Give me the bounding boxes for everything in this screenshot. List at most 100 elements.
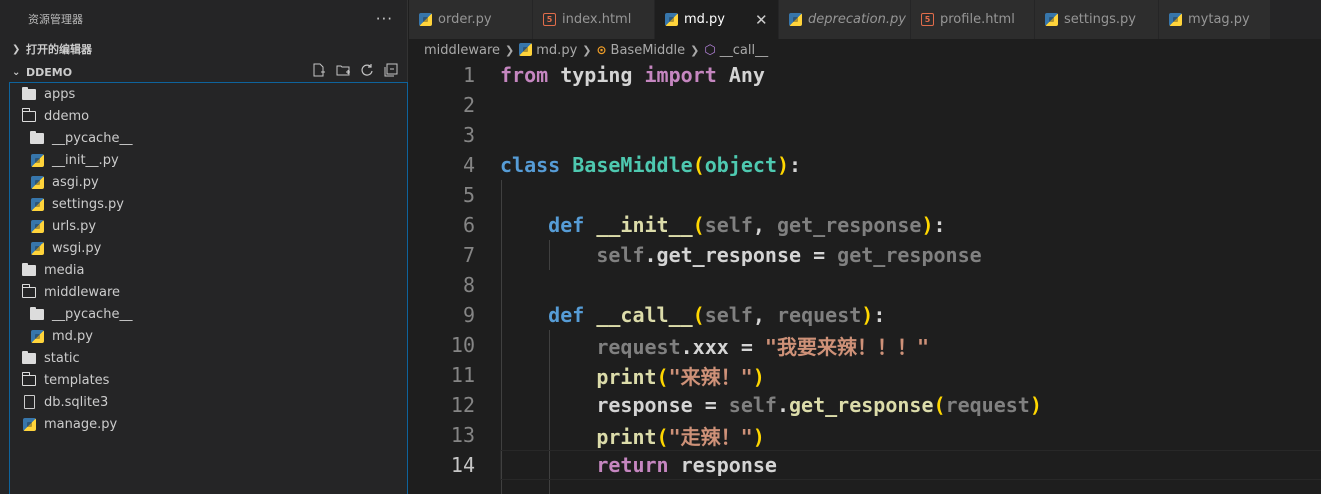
tree-item[interactable]: __init__.py [10, 149, 407, 171]
tab-deprecation-py[interactable]: deprecation.py [779, 0, 911, 39]
code-line: 11 print("来辣！") [409, 360, 1321, 390]
tab-label: order.py [438, 12, 492, 27]
tree-item[interactable]: static [10, 347, 407, 369]
folder-open-icon [21, 372, 37, 387]
open-editors-section[interactable]: ❯ 打开的编辑器 [0, 38, 407, 60]
python-file-icon [29, 329, 45, 343]
collapse-icon[interactable] [383, 63, 399, 81]
tree-item-label: db.sqlite3 [44, 394, 109, 410]
tree-item-label: manage.py [44, 416, 118, 432]
chevron-right-icon: ❯ [582, 43, 592, 57]
line-number: 1 [462, 63, 475, 87]
tree-item[interactable]: apps [10, 83, 407, 105]
code-line: 7 self.get_response = get_response [409, 240, 1321, 270]
breadcrumb-class[interactable]: BaseMiddle [611, 43, 686, 58]
folder-icon [21, 86, 37, 101]
tree-item[interactable]: settings.py [10, 193, 407, 215]
folder-icon [29, 130, 45, 145]
tree-item[interactable]: manage.py [10, 413, 407, 435]
html-file-icon: 5 [921, 13, 934, 26]
line-number: 8 [462, 273, 475, 297]
tree-item[interactable]: md.py [10, 325, 407, 347]
tab-md-py[interactable]: md.py ✕ [655, 0, 779, 39]
refresh-icon[interactable] [359, 63, 375, 81]
tab-profile-html[interactable]: 5 profile.html [911, 0, 1035, 39]
tree-item[interactable]: ddemo [10, 105, 407, 127]
more-actions-icon[interactable]: ··· [376, 10, 393, 28]
code-line: 5 [409, 180, 1321, 210]
folder-open-icon [21, 284, 37, 299]
tree-item-label: urls.py [52, 218, 97, 234]
python-file-icon [519, 42, 533, 58]
line-number: 4 [462, 153, 475, 177]
tree-item-label: __pycache__ [52, 130, 133, 146]
tree-item[interactable]: __pycache__ [10, 127, 407, 149]
explorer-title: 资源管理器 [28, 13, 83, 26]
tab-index-html[interactable]: 5 index.html [533, 0, 655, 39]
file-tree: apps ddemo __pycache__ __init__.py asgi.py se… [9, 82, 408, 494]
html-file-icon: 5 [543, 13, 556, 26]
tab-label: deprecation.py [808, 12, 906, 27]
code-line: 13 print("走辣！") [409, 420, 1321, 450]
new-file-icon[interactable] [311, 63, 327, 81]
code-line: 2 [409, 90, 1321, 120]
python-file-icon [21, 417, 37, 431]
line-number: 3 [462, 123, 475, 147]
line-number: 11 [450, 363, 475, 387]
line-number: 6 [462, 213, 475, 237]
tree-item[interactable]: templates [10, 369, 407, 391]
code-editor[interactable]: 1 from typing import Any 2 3 4 class Bas… [409, 60, 1321, 494]
folder-icon [21, 350, 37, 365]
code-line-current: 14 return response [409, 450, 1321, 480]
code-line: 3 [409, 120, 1321, 150]
line-number: 13 [450, 423, 475, 447]
tree-item[interactable]: wsgi.py [10, 237, 407, 259]
tree-item-label: middleware [44, 284, 121, 300]
python-file-icon [29, 219, 45, 233]
tree-item-label: ddemo [44, 108, 90, 124]
chevron-right-icon: ❯ [12, 43, 21, 55]
python-file-icon [1169, 13, 1182, 26]
tree-item-label: wsgi.py [52, 240, 102, 256]
tree-item-label: settings.py [52, 196, 124, 212]
code-line: 12 response = self.get_response(request) [409, 390, 1321, 420]
project-section[interactable]: ⌄ DDEMO [0, 61, 407, 83]
tree-item-label: templates [44, 372, 110, 388]
tree-item-label: __pycache__ [52, 306, 133, 322]
close-icon[interactable]: ✕ [755, 11, 768, 29]
project-label: DDEMO [26, 65, 73, 79]
tree-item[interactable]: db.sqlite3 [10, 391, 407, 413]
tree-item[interactable]: asgi.py [10, 171, 407, 193]
tree-item-label: md.py [52, 328, 93, 344]
tree-item[interactable]: urls.py [10, 215, 407, 237]
new-folder-icon[interactable] [335, 63, 351, 81]
folder-icon [29, 306, 45, 321]
tab-mytag-py[interactable]: mytag.py [1159, 0, 1271, 39]
tab-settings-py[interactable]: settings.py [1035, 0, 1159, 39]
python-file-icon [29, 153, 45, 167]
tree-item-label: static [44, 350, 80, 366]
folder-open-icon [21, 108, 37, 123]
line-number: 5 [462, 183, 475, 207]
breadcrumb-file[interactable]: md.py [536, 43, 577, 58]
tree-item[interactable]: middleware [10, 281, 407, 303]
tree-item-label: apps [44, 86, 76, 102]
breadcrumb-folder[interactable]: middleware [424, 43, 500, 58]
project-actions [311, 63, 399, 81]
tab-order-py[interactable]: order.py [409, 0, 533, 39]
line-number: 10 [450, 333, 475, 357]
line-number: 2 [462, 93, 475, 117]
code-line: 9 def __call__(self, request): [409, 300, 1321, 330]
method-symbol-icon: ⬡ [704, 42, 716, 58]
code-line: 8 [409, 270, 1321, 300]
breadcrumb-method[interactable]: __call__ [720, 43, 768, 58]
chevron-right-icon: ❯ [505, 43, 515, 57]
chevron-right-icon: ❯ [690, 43, 700, 57]
tree-item[interactable]: __pycache__ [10, 303, 407, 325]
python-file-icon [29, 241, 45, 255]
tab-label: settings.py [1064, 12, 1136, 27]
chevron-down-icon: ⌄ [12, 66, 21, 78]
editor-tabs: order.py 5 index.html md.py ✕ deprecation.py 5… [409, 0, 1321, 39]
tree-item[interactable]: media [10, 259, 407, 281]
python-file-icon [1045, 13, 1058, 26]
